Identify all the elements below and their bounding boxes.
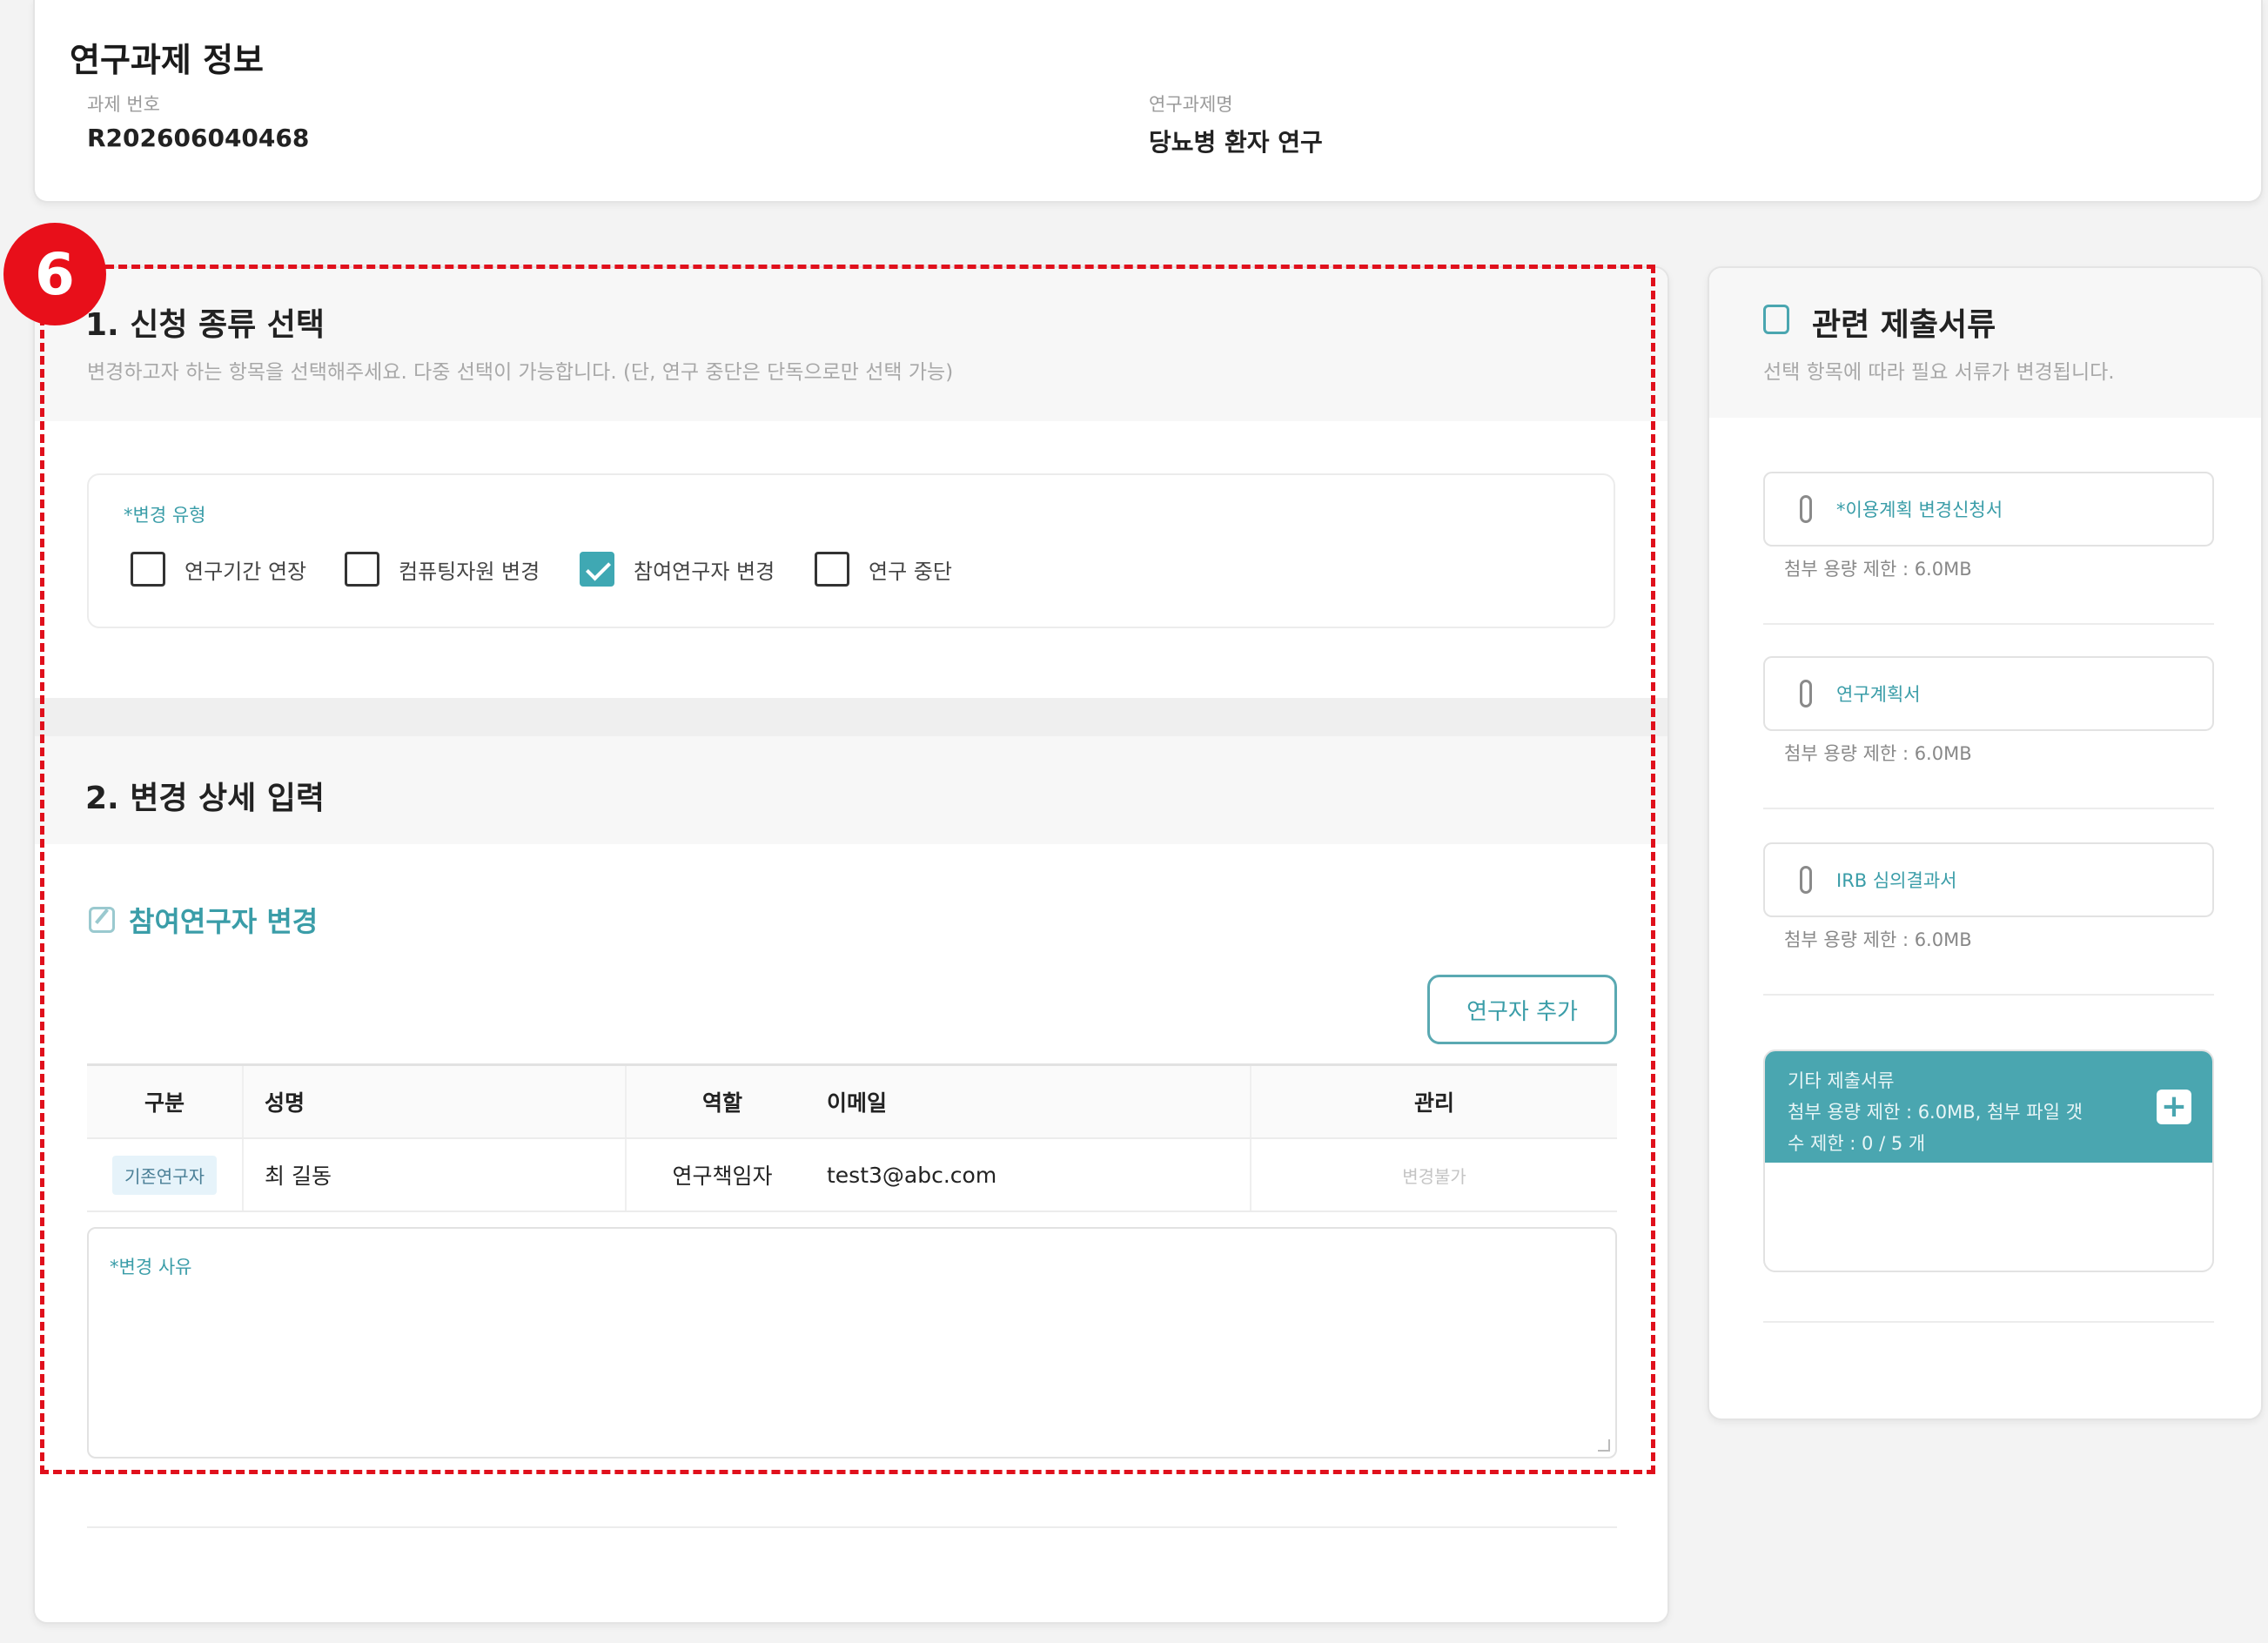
add-researcher-button[interactable]: 연구자 추가 [1427, 975, 1617, 1044]
column-header: 이메일 [818, 1066, 1251, 1137]
side-description: 선택 항목에 따라 필요 서류가 변경됩니다. [1763, 361, 2115, 384]
change-reason-label: *변경 사유 [110, 1257, 192, 1278]
change-type-group: *변경 유형 연구기간 연장 컴퓨팅자원 변경 참여연구자 변경 연구 중단 [87, 473, 1615, 628]
change-type-label: *변경 유형 [124, 505, 206, 526]
section1-header: 1. 신청 종류 선택 변경하고자 하는 항목을 선택해주세요. 다중 선택이 … [35, 268, 1667, 421]
section2-title: 2. 변경 상세 입력 [85, 781, 325, 816]
project-number-label: 과제 번호 [87, 94, 160, 115]
side-header: 관련 제출서류 선택 항목에 따라 필요 서류가 변경됩니다. [1709, 268, 2261, 418]
related-documents-card: 관련 제출서류 선택 항목에 따라 필요 서류가 변경됩니다. *이용계획 변경… [1708, 266, 2263, 1420]
document-name: *이용계획 변경신청서 [1836, 500, 2003, 520]
divider [1763, 808, 2214, 809]
project-info-title: 연구과제 정보 [70, 41, 264, 79]
action-disabled-text: 변경불가 [1402, 1165, 1466, 1187]
checkbox[interactable] [131, 552, 165, 587]
other-documents-limit-line2: 수 제한 : 0 / 5 개 [1788, 1133, 1926, 1154]
divider [87, 1526, 1617, 1528]
table-row: 기존연구자 최 길동 연구책임자 test3@abc.com 변경불가 [87, 1139, 1617, 1212]
document-item: IRB 심의결과서 첨부 용량 제한 : 6.0MB [1763, 842, 2214, 996]
edit-icon [89, 907, 115, 933]
project-number-value: R202606040468 [87, 124, 310, 152]
request-form-card: 1. 신청 종류 선택 변경하고자 하는 항목을 선택해주세요. 다중 선택이 … [33, 266, 1669, 1624]
document-item: *이용계획 변경신청서 첨부 용량 제한 : 6.0MB [1763, 472, 2214, 625]
column-header: 관리 [1413, 1090, 1454, 1116]
researcher-table: 구분 성명 역할 이메일 관리 기존연구자 최 길동 연구책임자 test3@a… [87, 1063, 1617, 1212]
other-documents-header: 기타 제출서류 첨부 용량 제한 : 6.0MB, 첨부 파일 갯 수 제한 :… [1765, 1051, 2212, 1163]
column-header: 역할 [701, 1090, 742, 1116]
section1-title: 1. 신청 종류 선택 [85, 307, 325, 343]
checkbox[interactable] [345, 552, 379, 587]
email-cell: test3@abc.com [818, 1139, 1251, 1210]
file-upload-field[interactable]: 연구계획서 [1763, 656, 2214, 731]
document-item: 연구계획서 첨부 용량 제한 : 6.0MB [1763, 656, 2214, 809]
section1-description: 변경하고자 하는 항목을 선택해주세요. 다중 선택이 가능합니다. (단, 연… [87, 361, 954, 384]
file-upload-field[interactable]: *이용계획 변경신청서 [1763, 472, 2214, 547]
other-documents-title: 기타 제출서류 [1788, 1070, 1895, 1091]
project-name-label: 연구과제명 [1149, 94, 1233, 115]
plus-icon[interactable]: + [2157, 1090, 2191, 1124]
upload-limit: 첨부 용량 제한 : 6.0MB [1784, 559, 1972, 580]
file-upload-field[interactable]: IRB 심의결과서 [1763, 842, 2214, 917]
option-label: 참여연구자 변경 [634, 559, 775, 584]
project-info-card: 연구과제 정보 과제 번호 R202606040468 연구과제명 당뇨병 환자… [33, 0, 2263, 203]
resize-handle[interactable] [1598, 1439, 1610, 1452]
divider [1763, 1321, 2214, 1323]
checkbox[interactable] [815, 552, 849, 587]
change-reason-textarea[interactable]: *변경 사유 [87, 1227, 1617, 1459]
document-name: IRB 심의결과서 [1836, 870, 1957, 891]
option-label: 연구 중단 [869, 559, 952, 584]
subtitle-text: 참여연구자 변경 [129, 905, 319, 938]
paperclip-icon [1800, 495, 1812, 523]
name-cell: 최 길동 [244, 1139, 627, 1210]
upload-limit: 첨부 용량 제한 : 6.0MB [1784, 743, 1972, 764]
divider [1763, 994, 2214, 996]
option-computing-resource[interactable]: 컴퓨팅자원 변경 [345, 552, 540, 587]
option-research-stop[interactable]: 연구 중단 [815, 552, 952, 587]
column-header: 성명 [244, 1066, 627, 1137]
upload-limit: 첨부 용량 제한 : 6.0MB [1784, 929, 1972, 950]
step-number-badge: 6 [3, 223, 106, 325]
researcher-change-subtitle: 참여연구자 변경 [89, 900, 318, 940]
section-divider [35, 698, 1667, 736]
section2-header: 2. 변경 상세 입력 [35, 736, 1667, 844]
paperclip-icon [1800, 680, 1812, 707]
checkbox-checked[interactable] [580, 552, 614, 587]
type-cell: 기존연구자 [87, 1139, 244, 1210]
paperclip-icon [1800, 866, 1812, 894]
table-header-row: 구분 성명 역할 이메일 관리 [87, 1066, 1617, 1139]
role-cell: 연구책임자 [672, 1164, 773, 1189]
researcher-type-badge: 기존연구자 [112, 1155, 217, 1195]
option-label: 연구기간 연장 [185, 559, 307, 584]
side-title: 관련 제출서류 [1812, 307, 1996, 343]
option-label: 컴퓨팅자원 변경 [399, 559, 540, 584]
option-researcher-change[interactable]: 참여연구자 변경 [580, 552, 775, 587]
document-icon [1763, 305, 1789, 334]
divider [1763, 623, 2214, 625]
project-name-value: 당뇨병 환자 연구 [1149, 128, 1323, 157]
option-period-extension[interactable]: 연구기간 연장 [131, 552, 306, 587]
other-documents-limit-line1: 첨부 용량 제한 : 6.0MB, 첨부 파일 갯 [1788, 1102, 2083, 1123]
column-header: 구분 [87, 1066, 244, 1137]
action-cell: 변경불가 [1251, 1139, 1617, 1210]
document-name: 연구계획서 [1836, 684, 1921, 705]
other-documents-box: 기타 제출서류 첨부 용량 제한 : 6.0MB, 첨부 파일 갯 수 제한 :… [1763, 1050, 2214, 1272]
